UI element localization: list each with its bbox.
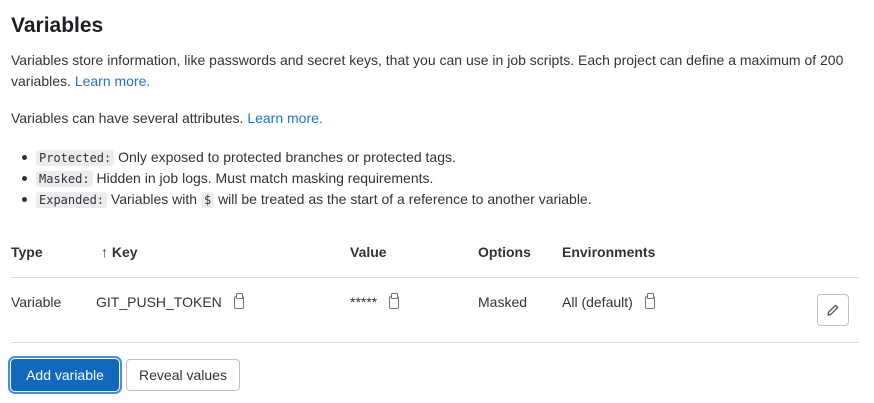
page-title: Variables	[11, 14, 104, 37]
header-options: Options	[478, 244, 531, 260]
copy-value-icon[interactable]	[389, 293, 400, 309]
header-environments: Environments	[562, 244, 656, 260]
list-item: Protected: Only exposed to protected bra…	[22, 147, 592, 168]
cell-type: Variable	[11, 294, 62, 310]
cell-key: GIT_PUSH_TOKEN	[96, 293, 244, 310]
copy-key-icon[interactable]	[233, 293, 244, 309]
attributes-list: Protected: Only exposed to protected bra…	[22, 147, 592, 210]
cell-options: Masked	[478, 294, 528, 310]
cell-value: *****	[350, 293, 400, 310]
intro-text: Variables store information, like passwo…	[11, 52, 844, 89]
attributes-learn-more-link[interactable]: Learn more.	[247, 110, 322, 126]
list-item: Masked: Hidden in job logs. Must match m…	[22, 168, 592, 189]
attributes-text: Variables can have several attributes. L…	[11, 110, 323, 126]
learn-more-link[interactable]: Learn more.	[75, 73, 150, 89]
list-item: Expanded: Variables with $ will be treat…	[22, 189, 592, 210]
header-key[interactable]: ↑ Key	[101, 244, 138, 260]
edit-button[interactable]	[817, 294, 849, 326]
header-type: Type	[11, 244, 43, 260]
divider	[11, 277, 859, 278]
divider	[11, 342, 859, 343]
copy-environment-icon[interactable]	[644, 293, 655, 309]
add-variable-button[interactable]: Add variable	[11, 359, 119, 391]
sort-arrow-icon: ↑	[101, 244, 108, 260]
cell-environment: All (default)	[562, 293, 655, 310]
pencil-icon	[827, 304, 839, 316]
header-value: Value	[350, 244, 387, 260]
reveal-values-button[interactable]: Reveal values	[126, 359, 240, 391]
